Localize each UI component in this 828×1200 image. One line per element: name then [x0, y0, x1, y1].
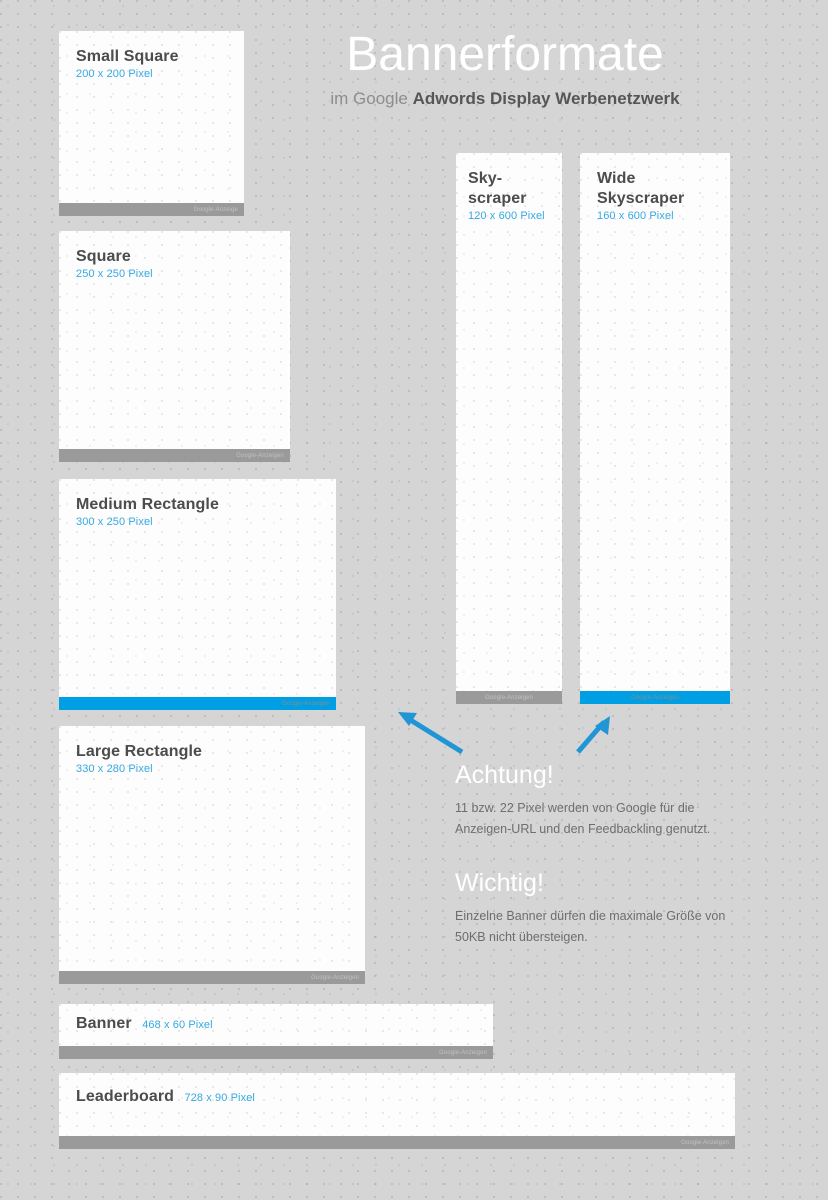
banner-label-group: Sky- scraper 120 x 600 Pixel: [456, 153, 562, 224]
subtitle-dark-part: Adwords Display Werbenetzwerk: [412, 89, 680, 108]
footer-ad-label: Google-Anzeigen: [681, 1139, 729, 1146]
banner-dimensions: 300 x 250 Pixel: [76, 516, 153, 528]
banner-canvas: Leaderboard 728 x 90 Pixel: [59, 1073, 735, 1136]
notes-section: Achtung! 11 bzw. 22 Pixel werden von Goo…: [455, 760, 745, 976]
banner-name: Large Rectangle: [76, 743, 202, 760]
footer-ad-label: Google-Anzeigen: [282, 700, 330, 707]
banner-name: Square: [76, 248, 131, 265]
banner-name-line2: Skyscraper: [597, 190, 685, 207]
banner-square: Square 250 x 250 Pixel Google-Anzeigen: [59, 231, 290, 462]
subtitle-light-part: im Google: [330, 89, 408, 108]
banner-footer-bar: Google-Anzeigen: [59, 449, 290, 462]
banner-footer-bar: Google-Anzeigen: [456, 691, 562, 704]
banner-canvas: Small Square 200 x 200 Pixel: [59, 31, 244, 203]
banner-dimensions: 728 x 90 Pixel: [184, 1092, 255, 1104]
banner-canvas: Banner 468 x 60 Pixel: [59, 1004, 493, 1046]
banner-canvas: Sky- scraper 120 x 600 Pixel: [456, 153, 562, 691]
banner-label-group: Leaderboard 728 x 90 Pixel: [59, 1073, 735, 1107]
banner-footer-bar: Google-Anzeigen: [59, 1136, 735, 1149]
banner-footer-bar: Google-Anzeigen: [59, 1046, 493, 1059]
footer-ad-label: Google-Anzeigen: [439, 1049, 487, 1056]
footer-ad-label: Google-Anzeigen: [311, 974, 359, 981]
banner-footer-bar-highlighted: Google-Anzeigen: [580, 691, 730, 704]
banner-wide-skyscraper: Wide Skyscraper 160 x 600 Pixel Google-A…: [580, 153, 730, 704]
banner-label-group: Small Square 200 x 200 Pixel: [59, 31, 244, 82]
page-title: Bannerformate: [346, 28, 664, 81]
banner-dimensions: 160 x 600 Pixel: [597, 210, 674, 222]
banner-name: Banner: [76, 1015, 132, 1032]
banner-label-group: Large Rectangle 330 x 280 Pixel: [59, 726, 365, 777]
banner-dimensions: 200 x 200 Pixel: [76, 68, 153, 80]
banner-canvas: Square 250 x 250 Pixel: [59, 231, 290, 449]
banner-leaderboard: Leaderboard 728 x 90 Pixel Google-Anzeig…: [59, 1073, 735, 1149]
banner-name-line2: scraper: [468, 190, 527, 207]
banner-dimensions: 330 x 280 Pixel: [76, 763, 153, 775]
footer-ad-label: Google-Anzeige: [193, 206, 238, 213]
banner-name: Small Square: [76, 48, 179, 65]
page-subtitle: im Google Adwords Display Werbenetzwerk: [300, 88, 710, 110]
banner-footer-bar: Google-Anzeigen: [59, 971, 365, 984]
banner-name: Medium Rectangle: [76, 496, 219, 513]
footer-ad-label: Google-Anzeigen: [236, 452, 284, 459]
header: Bannerformate im Google Adwords Display …: [300, 28, 710, 110]
banner-footer-bar: Google-Anzeige: [59, 203, 244, 216]
banner-label-group: Medium Rectangle 300 x 250 Pixel: [59, 479, 336, 530]
banner-dimensions: 250 x 250 Pixel: [76, 268, 153, 280]
banner-name-line1: Sky-: [468, 170, 503, 187]
note-heading-wichtig: Wichtig!: [455, 869, 544, 897]
banner-label-group: Wide Skyscraper 160 x 600 Pixel: [580, 153, 730, 224]
banner-medium-rectangle: Medium Rectangle 300 x 250 Pixel Google-…: [59, 479, 336, 710]
banner-canvas: Wide Skyscraper 160 x 600 Pixel: [580, 153, 730, 691]
banner-banner: Banner 468 x 60 Pixel Google-Anzeigen: [59, 1004, 493, 1059]
footer-ad-label: Google-Anzeigen: [631, 694, 679, 701]
banner-label-group: Banner 468 x 60 Pixel: [59, 1004, 493, 1034]
banner-small-square: Small Square 200 x 200 Pixel Google-Anze…: [59, 31, 244, 216]
note-body-achtung: 11 bzw. 22 Pixel werden von Google für d…: [455, 801, 711, 836]
banner-label-group: Square 250 x 250 Pixel: [59, 231, 290, 282]
note-body-wichtig: Einzelne Banner dürfen die maximale Größ…: [455, 909, 726, 944]
banner-large-rectangle: Large Rectangle 330 x 280 Pixel Google-A…: [59, 726, 365, 984]
banner-name-line1: Wide: [597, 170, 636, 187]
banner-canvas: Medium Rectangle 300 x 250 Pixel: [59, 479, 336, 697]
banner-dimensions: 120 x 600 Pixel: [468, 210, 545, 222]
banner-canvas: Large Rectangle 330 x 280 Pixel: [59, 726, 365, 971]
banner-footer-bar-highlighted: Google-Anzeigen: [59, 697, 336, 710]
note-heading-achtung: Achtung!: [455, 761, 554, 789]
banner-dimensions: 468 x 60 Pixel: [142, 1019, 213, 1031]
banner-skyscraper: Sky- scraper 120 x 600 Pixel Google-Anze…: [456, 153, 562, 704]
banner-name: Leaderboard: [76, 1088, 175, 1105]
footer-ad-label: Google-Anzeigen: [485, 694, 533, 701]
